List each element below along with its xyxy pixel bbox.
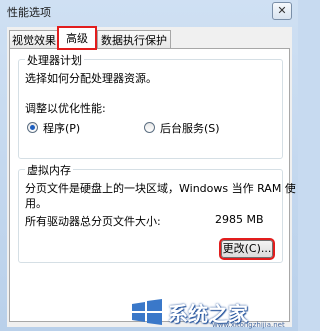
background-services-label[interactable]: 后台服务(S): [160, 120, 220, 136]
paging-file-description-line1: 分页文件是硬盘上的一块区域，Windows 当作 RAM 使: [25, 182, 296, 195]
processor-scheduling-title: 处理器计划: [25, 52, 84, 68]
virtual-memory-group: 虚拟内存 分页文件是硬盘上的一块区域，Windows 当作 RAM 使 用。 所…: [18, 162, 296, 263]
close-icon: ✕: [277, 4, 287, 17]
performance-options-window: 性能选项 ✕ 视觉效果 高级 数据执行保护 处理器计划 选择如何分配处理器资源。…: [0, 0, 298, 331]
title-bar: 性能选项 ✕: [0, 0, 298, 24]
close-button[interactable]: ✕: [272, 2, 292, 20]
background-services-radio[interactable]: [144, 122, 155, 133]
adjust-performance-label: 调整以优化性能:: [25, 102, 106, 115]
virtual-memory-title: 虚拟内存: [25, 162, 73, 178]
window-title: 性能选项: [7, 6, 51, 19]
programs-label[interactable]: 程序(P): [43, 120, 80, 136]
total-paging-file-label: 所有驱动器总分页文件大小:: [25, 215, 161, 228]
windows-logo-icon: [132, 299, 162, 325]
tab-visual-effects[interactable]: 视觉效果: [9, 30, 59, 49]
processor-scheduling-group: 处理器计划 选择如何分配处理器资源。 调整以优化性能: 程序(P) 后台服务(S…: [18, 52, 283, 159]
dialog-client-area: 视觉效果 高级 数据执行保护 处理器计划 选择如何分配处理器资源。 调整以优化性…: [7, 26, 296, 327]
processor-description: 选择如何分配处理器资源。: [25, 72, 157, 85]
advanced-tab-panel: 处理器计划 选择如何分配处理器资源。 调整以优化性能: 程序(P) 后台服务(S…: [9, 48, 296, 322]
tab-advanced[interactable]: 高级: [57, 26, 97, 50]
change-button[interactable]: 更改(C)...: [219, 238, 275, 260]
total-paging-file-value: 2985 MB: [215, 213, 264, 226]
tab-data-execution-prevention[interactable]: 数据执行保护: [97, 30, 171, 49]
programs-radio[interactable]: [27, 122, 38, 133]
paging-file-description-line2: 用。: [25, 197, 47, 210]
watermark-url: www.xitongzhijia.net: [212, 321, 285, 329]
watermark: 系统之家 www.xitongzhijia.net: [128, 297, 294, 329]
